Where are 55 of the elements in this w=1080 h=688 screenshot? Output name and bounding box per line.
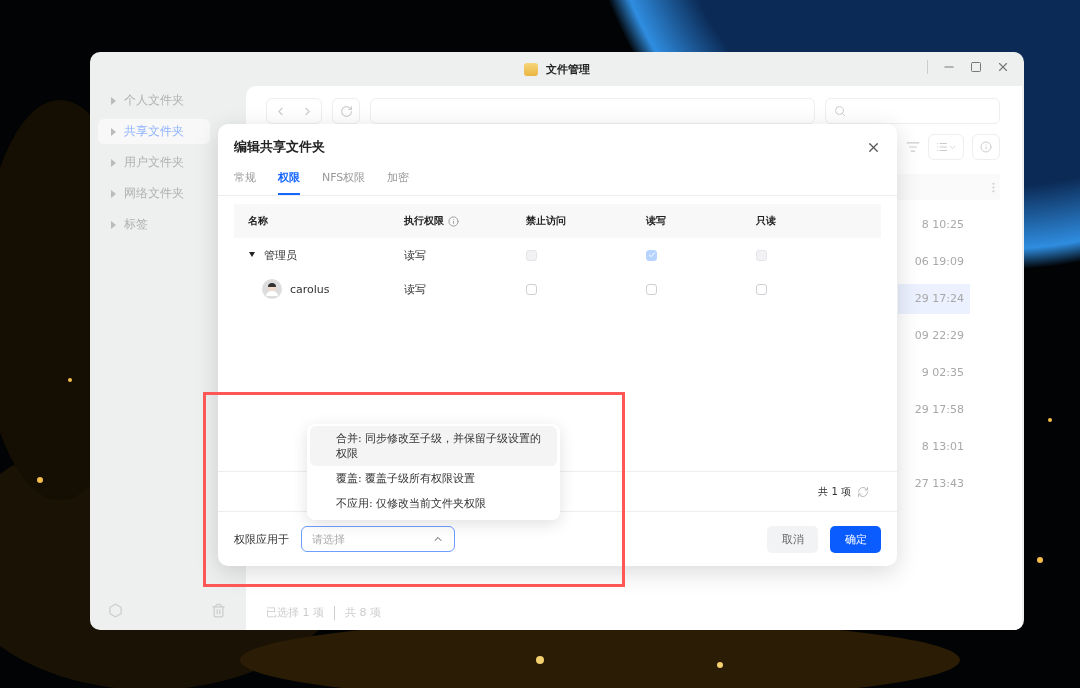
app-icon	[524, 62, 538, 76]
menu-option[interactable]: 覆盖: 覆盖子级所有权限设置	[310, 466, 557, 491]
list-icon[interactable]	[935, 141, 948, 153]
item-count: 共 1 项	[818, 484, 851, 499]
modified-date[interactable]: 27 13:43	[898, 468, 970, 499]
close-icon[interactable]	[996, 60, 1010, 74]
modified-date[interactable]: 29 17:58	[898, 394, 970, 425]
caret-icon	[110, 158, 116, 167]
column-header: 只读	[756, 214, 776, 228]
info-icon[interactable]	[980, 141, 992, 153]
column-header: 名称	[248, 214, 268, 228]
tab[interactable]: NFS权限	[322, 164, 366, 195]
path-field[interactable]	[370, 98, 815, 124]
cancel-button[interactable]: 取消	[767, 525, 818, 553]
confirm-button[interactable]: 确定	[830, 525, 881, 553]
apply-label: 权限应用于	[234, 531, 289, 547]
modified-date[interactable]: 06 19:09	[898, 246, 970, 277]
modified-date[interactable]: 29 17:24	[898, 283, 970, 314]
tab[interactable]: 加密	[387, 164, 410, 195]
menu-option[interactable]: 合并: 同步修改至子级，并保留子级设置的权限	[310, 426, 557, 466]
caret-icon	[110, 220, 116, 229]
maximize-icon[interactable]	[970, 61, 982, 73]
column-header: 执行权限	[404, 214, 444, 228]
trash-icon[interactable]	[211, 603, 226, 618]
permission-value: 读写	[404, 281, 427, 297]
info-icon[interactable]	[448, 215, 459, 227]
sidebar-item[interactable]: 共享文件夹	[98, 119, 210, 144]
avatar-icon	[262, 279, 282, 299]
modified-date[interactable]: 8 10:25	[898, 209, 970, 240]
settings-icon[interactable]	[108, 603, 123, 618]
search-icon[interactable]	[834, 105, 846, 117]
modified-date[interactable]: 09 22:29	[898, 320, 970, 351]
menu-option[interactable]: 不应用: 仅修改当前文件夹权限	[310, 491, 557, 516]
sort-icon[interactable]	[906, 140, 920, 154]
modified-date[interactable]: 8 13:01	[898, 431, 970, 462]
sidebar-item[interactable]: 个人文件夹	[98, 88, 210, 113]
modified-date[interactable]: 9 02:35	[898, 357, 970, 388]
column-header: 禁止访问	[526, 214, 566, 228]
caret-icon	[110, 189, 116, 198]
caret-icon	[110, 127, 116, 136]
sidebar-item[interactable]: 标签	[98, 212, 210, 237]
window-title: 文件管理	[546, 61, 590, 77]
sidebar-item[interactable]: 用户文件夹	[98, 150, 210, 175]
sidebar-item[interactable]: 网络文件夹	[98, 181, 210, 206]
user-name: carolus	[290, 282, 330, 296]
refresh-icon[interactable]	[339, 104, 353, 118]
tab[interactable]: 常规	[234, 164, 256, 195]
column-header: 读写	[646, 214, 666, 228]
tab[interactable]: 权限	[278, 164, 300, 195]
caret-icon	[110, 96, 116, 105]
user-name: 管理员	[264, 247, 297, 263]
permission-value: 读写	[404, 247, 427, 263]
refresh-icon[interactable]	[857, 485, 869, 498]
apply-select[interactable]: 请选择	[301, 526, 455, 552]
dialog-title: 编辑共享文件夹	[234, 138, 325, 156]
